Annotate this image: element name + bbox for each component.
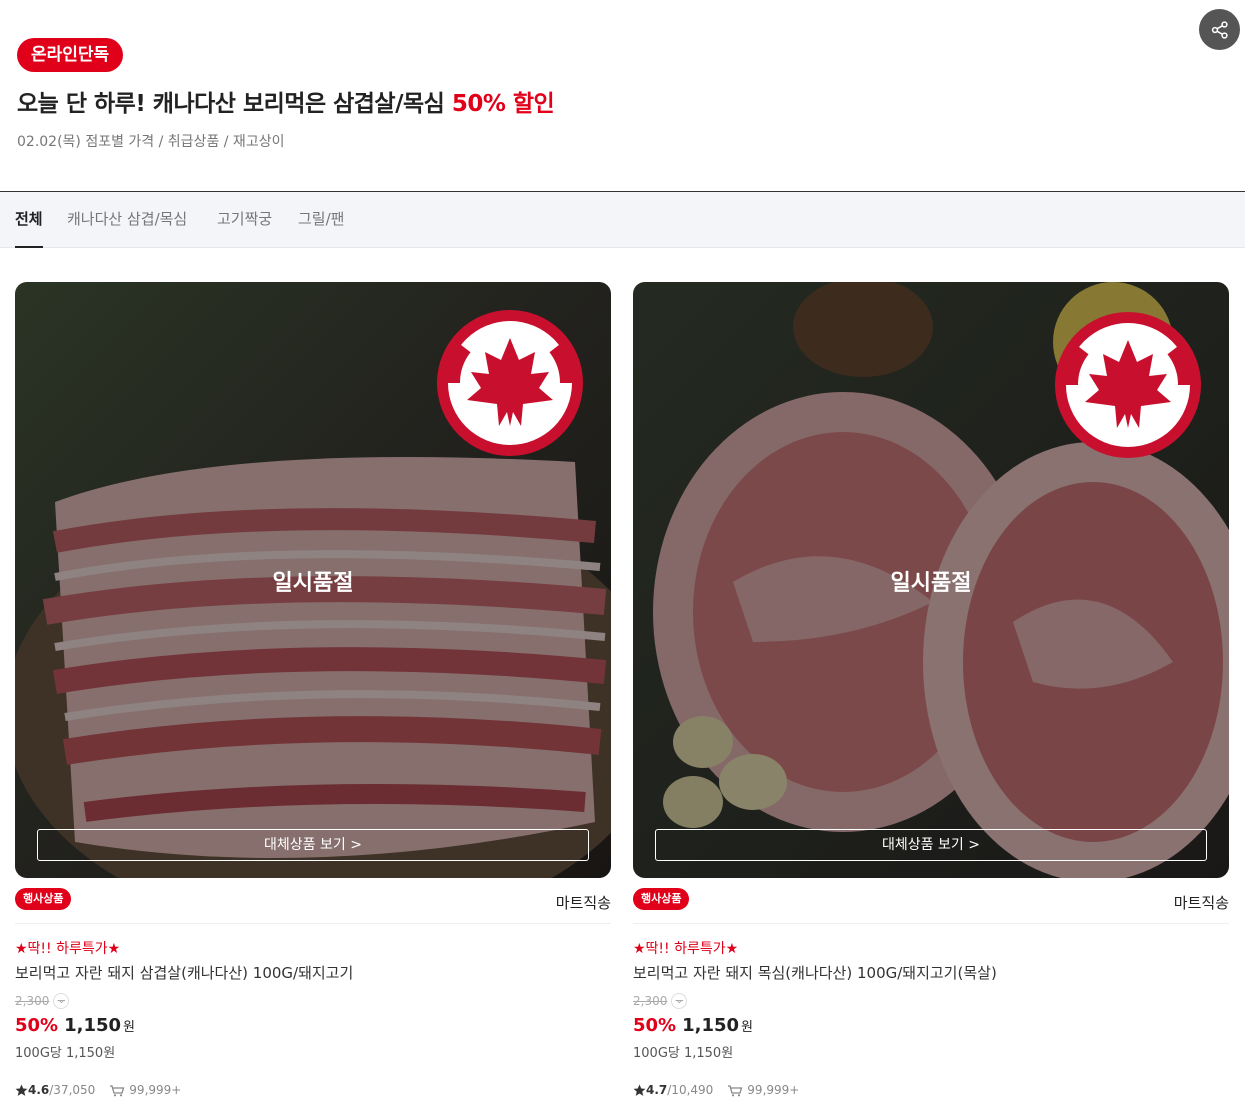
canada-maple-icon [437,310,583,456]
rating-value: 4.7 [646,1083,668,1097]
tab-all[interactable]: 전체 [15,192,43,248]
title-discount: 50% 할인 [451,91,555,117]
product-meta: 행사상품 마트직송 [633,878,1229,924]
product-image[interactable]: 일시품절 대체상품 보기 > [15,282,611,878]
original-price: 2,300 ⌄ [15,993,611,1009]
product-name[interactable]: 보리먹고 자란 돼지 삼겹살(캐나다산) 100G/돼지고기 [15,962,611,983]
star-icon [15,1084,28,1096]
alternative-product-button[interactable]: 대체상품 보기 > [37,829,589,861]
sale-price: 50% 1,150 원 [633,1015,1229,1036]
currency-label: 원 [741,1020,753,1035]
promo-text: ★딱!! 하루특가★ [15,941,121,957]
original-price-value: 2,300 [15,994,50,1008]
chevron-down-icon[interactable]: ⌄ [671,993,688,1009]
page-title: 오늘 단 하루! 캐나다산 보리먹은 삼겹살/목심 50% 할인 [17,84,555,118]
cart-count-value: 99,999+ [747,1083,800,1097]
event-product-badge: 행사상품 [15,888,72,910]
product-stats: 4.6 /37,050 99,999+ [15,1083,611,1097]
soldout-label: 일시품절 [890,571,972,596]
cart-icon [110,1085,125,1097]
price-value: 1,150 [64,1015,122,1036]
event-header: 온라인단독 오늘 단 하루! 캐나다산 보리먹은 삼겹살/목심 50% 할인 0… [0,0,1245,192]
product-name[interactable]: 보리먹고 자란 돼지 목심(캐나다산) 100G/돼지고기(목살) [633,962,1229,983]
original-price-value: 2,300 [633,994,668,1008]
online-exclusive-badge: 온라인단독 [17,38,124,72]
currency-label: 원 [123,1020,135,1035]
sale-price: 50% 1,150 원 [15,1015,611,1036]
product-stats: 4.7 /10,490 99,999+ [633,1083,1229,1097]
product-card[interactable]: 일시품절 대체상품 보기 > 행사상품 마트직송 ★딱!! 하루특가★ 보리먹고… [633,282,1229,1097]
discount-rate: 50% [633,1015,677,1036]
unit-price: 100G당 1,150원 [633,1046,734,1061]
share-button[interactable] [1199,9,1240,50]
price-value: 1,150 [682,1015,740,1036]
promo-text: ★딱!! 하루특가★ [633,941,739,957]
delivery-type: 마트직송 [555,894,611,912]
unit-price: 100G당 1,150원 [15,1046,116,1061]
star-icon [633,1084,646,1096]
title-main: 오늘 단 하루! 캐나다산 보리먹은 삼겹살/목심 [17,91,452,117]
tab-grill-pan[interactable]: 그릴/팬 [298,192,344,248]
event-product-badge: 행사상품 [633,888,690,910]
product-meta: 행사상품 마트직송 [15,878,611,924]
delivery-type: 마트직송 [1173,894,1229,912]
review-count: /37,050 [49,1083,96,1097]
discount-rate: 50% [15,1015,59,1036]
chevron-down-icon[interactable]: ⌄ [53,993,70,1009]
tab-meat-partners[interactable]: 고기짝궁 [217,192,272,248]
product-card[interactable]: 일시품절 대체상품 보기 > 행사상품 마트직송 ★딱!! 하루특가★ 보리먹고… [15,282,611,1097]
product-image[interactable]: 일시품절 대체상품 보기 > [633,282,1229,878]
category-tabs: 전체 캐나다산 삼겹/목심 고기짝궁 그릴/팬 [0,192,1245,248]
alternative-product-button[interactable]: 대체상품 보기 > [655,829,1207,861]
canada-maple-icon [1055,312,1201,458]
page-subtitle: 02.02(목) 점포별 가격 / 취급상품 / 재고상이 [17,134,285,150]
rating-value: 4.6 [28,1083,50,1097]
soldout-label: 일시품절 [272,571,354,596]
review-count: /10,490 [667,1083,714,1097]
share-icon [1211,20,1228,39]
cart-count: 99,999+ [109,1083,181,1097]
original-price: 2,300 ⌄ [633,993,1229,1009]
tab-canada-belly-neck[interactable]: 캐나다산 삼겹/목심 [67,192,187,248]
cart-icon [728,1085,743,1097]
cart-count-value: 99,999+ [129,1083,182,1097]
cart-count: 99,999+ [727,1083,799,1097]
